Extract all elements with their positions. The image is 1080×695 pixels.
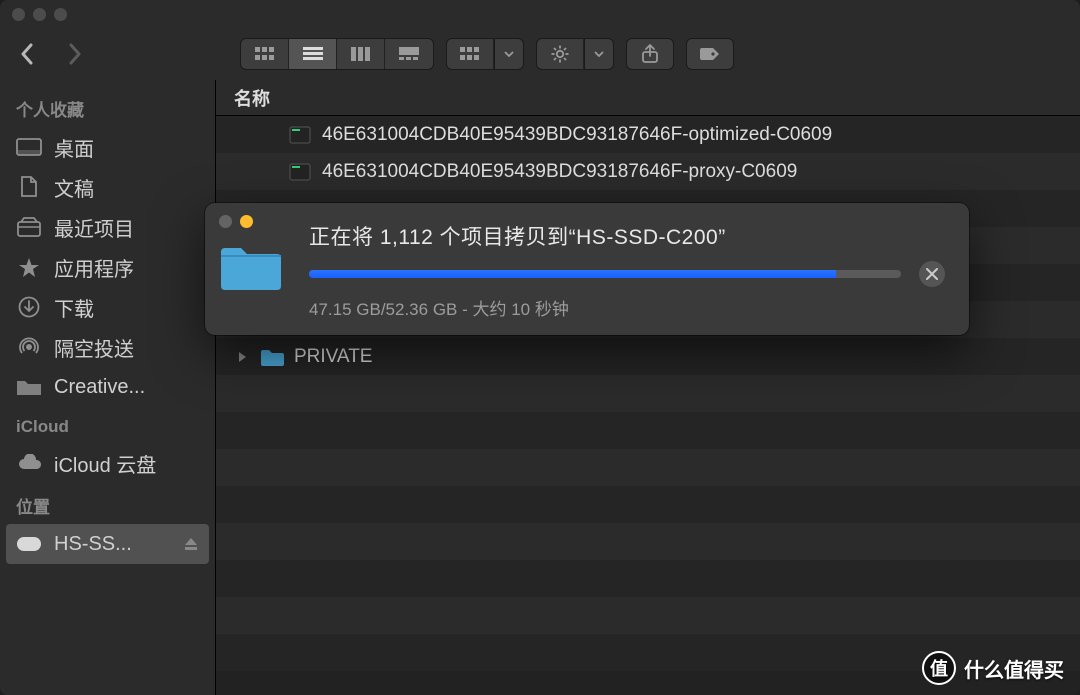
table-row: [216, 412, 1080, 449]
column-view-button[interactable]: [337, 39, 385, 69]
back-button[interactable]: [14, 41, 40, 67]
watermark: 值 什么值得买: [922, 651, 1064, 685]
zoom-icon[interactable]: [54, 8, 67, 21]
applications-icon: [16, 257, 42, 277]
eject-icon[interactable]: [183, 536, 199, 552]
sidebar-item-downloads[interactable]: 下载: [0, 287, 215, 327]
gear-icon: [536, 38, 584, 70]
table-row: [216, 375, 1080, 412]
sidebar-item-label: 下载: [54, 293, 94, 322]
action-menu-button[interactable]: [536, 38, 614, 70]
sidebar-item-label: 桌面: [54, 133, 94, 162]
sidebar-item-label: 隔空投送: [54, 333, 134, 362]
table-row: [216, 523, 1080, 560]
forward-button[interactable]: [62, 41, 88, 67]
exec-file-icon: [288, 125, 312, 145]
titlebar: [0, 0, 1080, 28]
downloads-icon: [16, 297, 42, 317]
finder-window: 个人收藏 桌面 文稿 最近项目 应用程序 下载: [0, 0, 1080, 695]
disclosure-triangle-icon[interactable]: [234, 351, 250, 363]
icon-view-button[interactable]: [241, 39, 289, 69]
exec-file-icon: [288, 162, 312, 182]
table-row: [216, 449, 1080, 486]
airdrop-icon: [16, 337, 42, 357]
copy-progress-dialog: 正在将 1,112 个项目拷贝到“HS-SSD-C200” 47.15 GB/5…: [205, 203, 969, 335]
chevron-down-icon[interactable]: [494, 38, 524, 70]
table-row: [216, 597, 1080, 634]
cancel-button[interactable]: [919, 261, 945, 287]
table-row[interactable]: 46E631004CDB40E95439BDC93187646F-proxy-C…: [216, 153, 1080, 190]
group-by-button[interactable]: [446, 38, 524, 70]
desktop-icon: [16, 137, 42, 157]
sidebar-item-label: Creative...: [54, 376, 145, 399]
gallery-view-button[interactable]: [385, 39, 433, 69]
share-button[interactable]: [626, 38, 674, 70]
nav-group: [14, 41, 88, 67]
sidebar-item-label: 文稿: [54, 173, 94, 202]
sidebar-item-creative[interactable]: Creative...: [0, 367, 215, 407]
sidebar-section-favorites: 个人收藏: [0, 86, 215, 127]
file-name: 46E631004CDB40E95439BDC93187646F-proxy-C…: [322, 161, 797, 183]
sidebar-item-airdrop[interactable]: 隔空投送: [0, 327, 215, 367]
cloud-icon: [16, 453, 42, 473]
sidebar-item-documents[interactable]: 文稿: [0, 167, 215, 207]
chevron-down-icon[interactable]: [584, 38, 614, 70]
toolbar: [0, 28, 1080, 80]
sidebar-item-label: 最近项目: [54, 213, 134, 242]
folder-icon: [219, 242, 283, 294]
sidebar-item-applications[interactable]: 应用程序: [0, 247, 215, 287]
minimize-icon[interactable]: [33, 8, 46, 21]
sidebar-section-locations: 位置: [0, 483, 215, 524]
dialog-close-icon[interactable]: [219, 215, 232, 228]
content-area: 名称 46E631004CDB40E95439BDC93187646F-opti…: [216, 80, 1080, 695]
file-name: 46E631004CDB40E95439BDC93187646F-optimiz…: [322, 124, 832, 146]
sidebar-item-icloud-drive[interactable]: iCloud 云盘: [0, 443, 215, 483]
progress-bar: [309, 270, 901, 278]
sidebar-item-drive[interactable]: HS-SS...: [6, 524, 209, 564]
recents-icon: [16, 217, 42, 237]
copy-title: 正在将 1,112 个项目拷贝到“HS-SSD-C200”: [309, 221, 945, 251]
sidebar-item-recents[interactable]: 最近项目: [0, 207, 215, 247]
sidebar: 个人收藏 桌面 文稿 最近项目 应用程序 下载: [0, 80, 216, 695]
watermark-text: 什么值得买: [964, 654, 1064, 683]
view-mode-group: [240, 38, 434, 70]
drive-icon: [16, 534, 42, 554]
table-row: [216, 560, 1080, 597]
sidebar-item-desktop[interactable]: 桌面: [0, 127, 215, 167]
folder-icon: [260, 347, 284, 367]
folder-icon: [16, 377, 42, 397]
sidebar-item-label: HS-SS...: [54, 533, 132, 556]
close-icon[interactable]: [12, 8, 25, 21]
list-view-button[interactable]: [289, 39, 337, 69]
column-header-name[interactable]: 名称: [216, 80, 1080, 116]
sidebar-item-label: iCloud 云盘: [54, 449, 156, 478]
watermark-badge-icon: 值: [922, 651, 956, 685]
tags-button[interactable]: [686, 38, 734, 70]
document-icon: [16, 177, 42, 197]
table-row: [216, 486, 1080, 523]
dialog-minimize-icon[interactable]: [240, 215, 253, 228]
table-row[interactable]: PRIVATE: [216, 338, 1080, 375]
table-row[interactable]: 46E631004CDB40E95439BDC93187646F-optimiz…: [216, 116, 1080, 153]
file-name: PRIVATE: [294, 346, 372, 368]
sidebar-section-icloud: iCloud: [0, 407, 215, 443]
sidebar-item-label: 应用程序: [54, 253, 134, 282]
copy-status: 47.15 GB/52.36 GB - 大约 10 秒钟: [309, 295, 945, 320]
